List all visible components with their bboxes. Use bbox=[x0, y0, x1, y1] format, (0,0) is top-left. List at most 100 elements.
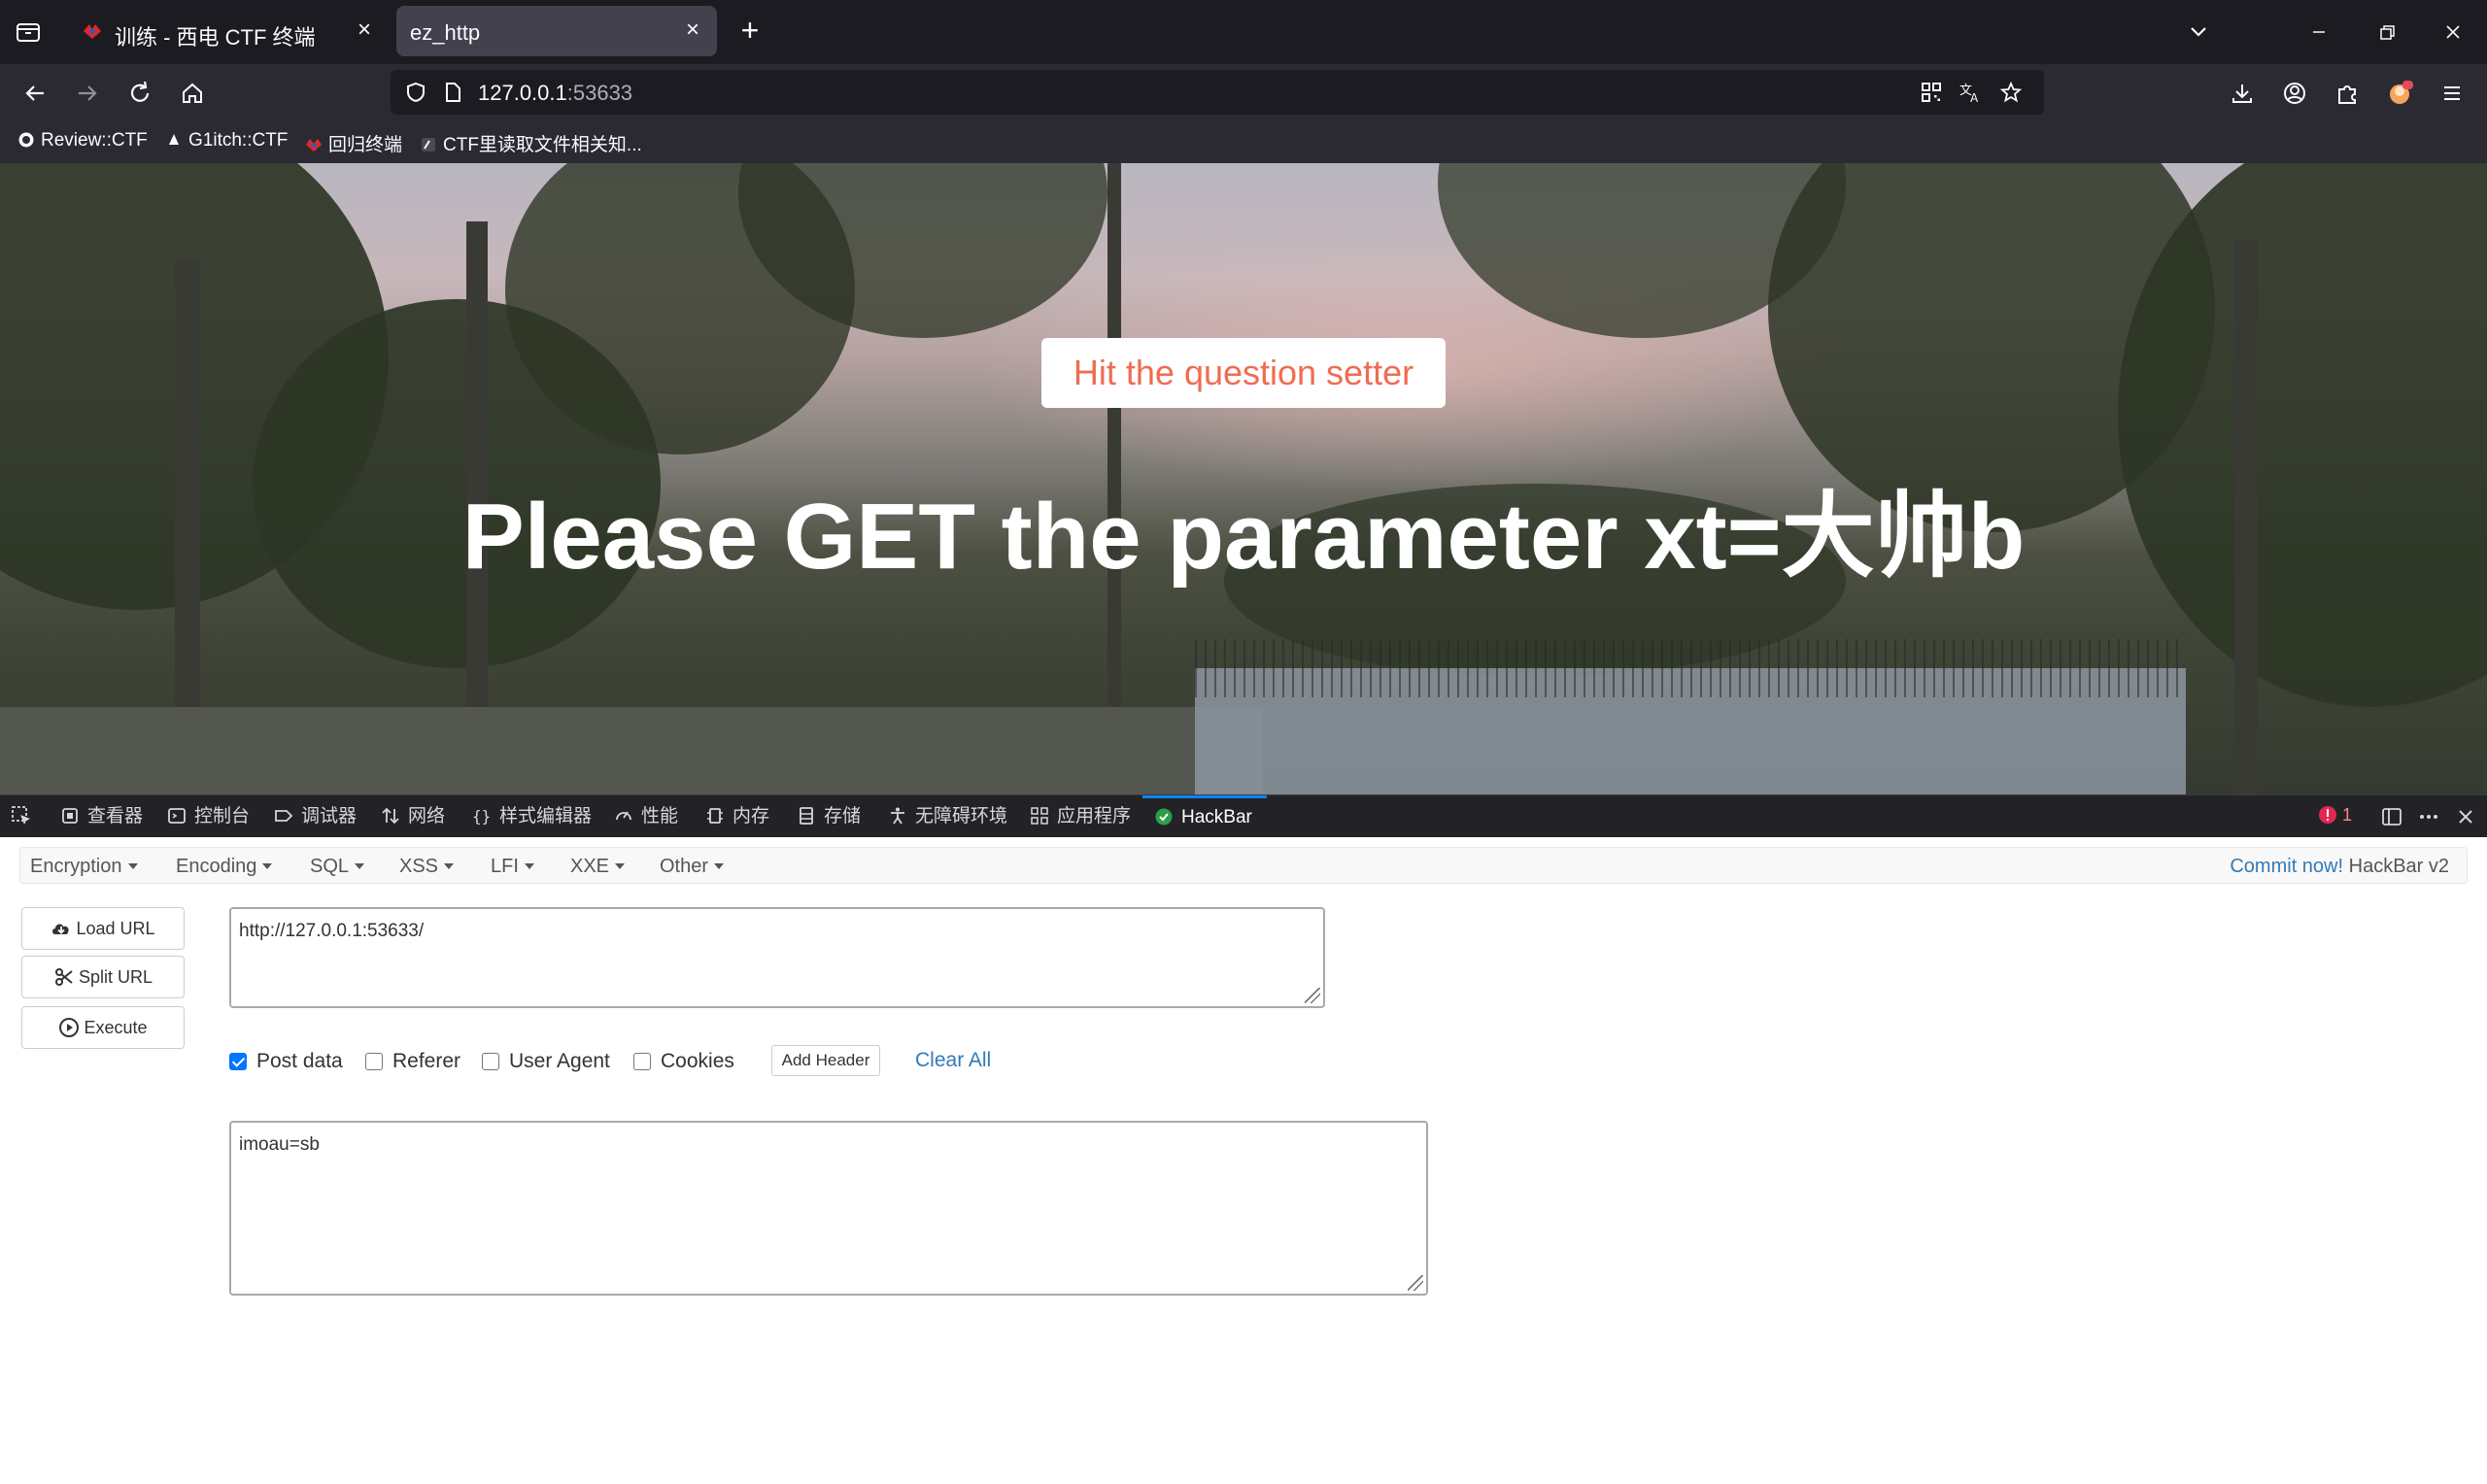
profile-avatar-icon[interactable] bbox=[2384, 78, 2415, 109]
dock-side-icon[interactable] bbox=[2380, 805, 2403, 828]
bookmarks-toolbar: Review::CTF G1itch::CTF 回归终端 CTF里读取文件相关知… bbox=[0, 122, 2487, 163]
page-headline: Please GET the parameter xt=大帅b bbox=[461, 485, 2026, 589]
close-tab-icon[interactable]: × bbox=[680, 17, 705, 43]
close-tab-icon[interactable]: × bbox=[352, 17, 377, 43]
bookmark-return-terminal[interactable]: 回归终端 bbox=[305, 130, 402, 155]
resize-grip-icon[interactable] bbox=[1305, 988, 1320, 1003]
account-icon[interactable] bbox=[2279, 78, 2310, 109]
devtools-tab-application[interactable]: 应用程序 bbox=[1030, 795, 1131, 838]
menu-sql[interactable]: SQL bbox=[310, 856, 365, 878]
post-data-checkbox[interactable]: Post data bbox=[229, 1049, 343, 1074]
list-all-tabs-icon[interactable] bbox=[2184, 17, 2213, 47]
devtools-tab-label: 控制台 bbox=[194, 806, 251, 826]
user-agent-checkbox[interactable]: User Agent bbox=[482, 1049, 610, 1074]
background-photo bbox=[1195, 639, 2186, 697]
devtools-tab-console[interactable]: 控制台 bbox=[167, 795, 250, 838]
menu-xss[interactable]: XSS bbox=[399, 856, 455, 878]
menu-other[interactable]: Other bbox=[660, 856, 725, 878]
url-text[interactable]: 127.0.0.1:53633 bbox=[478, 81, 632, 106]
devtools-tab-label: HackBar bbox=[1181, 807, 1252, 827]
more-options-icon[interactable] bbox=[2417, 805, 2440, 828]
close-devtools-icon[interactable] bbox=[2454, 805, 2477, 828]
application-icon bbox=[1030, 799, 1049, 825]
home-icon[interactable] bbox=[177, 78, 208, 109]
devtools-toolbar: 查看器 控制台 调试器 网络 {} 样式编辑器 性能 内存 存储 无障碍环境 应用… bbox=[0, 794, 2487, 837]
reload-icon[interactable] bbox=[124, 78, 155, 109]
restore-icon[interactable] bbox=[2372, 17, 2402, 47]
hackbar-version: HackBar v2 bbox=[2348, 856, 2449, 877]
minimize-icon[interactable] bbox=[2304, 17, 2334, 47]
back-icon[interactable] bbox=[19, 78, 51, 109]
bookmark-label: G1itch::CTF bbox=[188, 130, 289, 151]
caret-down-icon bbox=[262, 863, 273, 869]
bookmark-ctf-file-read[interactable]: CTF里读取文件相关知... bbox=[420, 130, 642, 155]
background-photo bbox=[2118, 163, 2487, 707]
hackbar-icon bbox=[1154, 802, 1174, 826]
cookies-checkbox[interactable]: Cookies bbox=[633, 1049, 734, 1074]
debugger-icon bbox=[274, 799, 293, 822]
tab-ez-http[interactable]: ez_http × bbox=[396, 6, 717, 56]
hit-question-setter-button[interactable]: Hit the question setter bbox=[1041, 338, 1446, 408]
tab-xidian-ctf[interactable]: 训练 - 西电 CTF 终端 × bbox=[64, 6, 389, 56]
downloads-icon[interactable] bbox=[2227, 78, 2258, 109]
error-count: 1 bbox=[2342, 805, 2353, 825]
inspector-icon bbox=[60, 799, 80, 824]
tab-list-icon[interactable] bbox=[14, 17, 43, 47]
load-url-button[interactable]: Load URL bbox=[21, 907, 185, 950]
caret-down-icon bbox=[355, 863, 365, 869]
post-data-textarea[interactable]: imoau=sb bbox=[229, 1121, 1428, 1296]
new-tab-button[interactable]: + bbox=[734, 15, 766, 47]
commit-now-link[interactable]: Commit now! bbox=[2230, 856, 2343, 877]
menu-encryption[interactable]: Encryption bbox=[30, 856, 138, 878]
qr-code-icon[interactable] bbox=[1920, 81, 1943, 104]
devtools-tab-label: 调试器 bbox=[301, 806, 358, 826]
checkbox-checked-icon[interactable] bbox=[229, 1053, 247, 1070]
add-header-button[interactable]: Add Header bbox=[771, 1045, 880, 1076]
execute-button[interactable]: Execute bbox=[21, 1006, 185, 1049]
shield-icon[interactable] bbox=[404, 81, 427, 104]
button-label: Execute bbox=[84, 1018, 148, 1037]
console-icon bbox=[167, 799, 187, 824]
devtools-tab-memory[interactable]: 内存 bbox=[705, 795, 769, 838]
devtools-tab-network[interactable]: 网络 bbox=[381, 795, 445, 838]
extensions-icon[interactable] bbox=[2332, 78, 2363, 109]
devtools-tab-storage[interactable]: 存储 bbox=[797, 795, 861, 838]
close-window-icon[interactable] bbox=[2438, 17, 2468, 47]
bookmark-label: 回归终端 bbox=[328, 135, 403, 155]
checkbox-icon[interactable] bbox=[633, 1053, 651, 1070]
devtools-tab-debugger[interactable]: 调试器 bbox=[274, 795, 357, 838]
devtools-tab-label: 网络 bbox=[408, 806, 446, 826]
background-photo bbox=[0, 707, 1263, 794]
translate-icon[interactable]: 文A bbox=[1959, 81, 1982, 105]
url-textarea[interactable]: http://127.0.0.1:53633/ bbox=[229, 907, 1325, 1008]
menu-encoding[interactable]: Encoding bbox=[176, 856, 273, 878]
url-host: 127.0.0.1 bbox=[478, 81, 567, 105]
menu-lfi[interactable]: LFI bbox=[491, 856, 534, 878]
bookmark-label: CTF里读取文件相关知... bbox=[443, 135, 642, 155]
split-url-button[interactable]: Split URL bbox=[21, 956, 185, 998]
devtools-tab-inspector[interactable]: 查看器 bbox=[60, 795, 143, 838]
element-picker-icon[interactable] bbox=[10, 795, 39, 838]
checkbox-icon[interactable] bbox=[365, 1053, 383, 1070]
menu-xxe[interactable]: XXE bbox=[570, 856, 626, 878]
clear-all-link[interactable]: Clear All bbox=[915, 1049, 991, 1072]
devtools-tab-style-editor[interactable]: {} 样式编辑器 bbox=[472, 795, 592, 838]
app-menu-icon[interactable] bbox=[2436, 78, 2468, 109]
bookmark-g1itch-ctf[interactable]: G1itch::CTF bbox=[165, 130, 288, 155]
menu-label: Encryption bbox=[30, 856, 122, 877]
devtools-tab-accessibility[interactable]: 无障碍环境 bbox=[888, 795, 1007, 838]
error-count-badge[interactable]: 1 bbox=[2318, 805, 2361, 828]
resize-grip-icon[interactable] bbox=[1408, 1275, 1423, 1291]
forward-icon[interactable] bbox=[72, 78, 103, 109]
referer-checkbox[interactable]: Referer bbox=[365, 1049, 460, 1074]
devtools-tab-performance[interactable]: 性能 bbox=[614, 795, 678, 838]
checkbox-icon[interactable] bbox=[482, 1053, 499, 1070]
devtools-tab-hackbar[interactable]: HackBar bbox=[1142, 795, 1267, 838]
url-bar[interactable]: 127.0.0.1:53633 文A bbox=[391, 70, 2044, 115]
devtools-tab-label: 存储 bbox=[824, 806, 862, 826]
devtools-tab-label: 样式编辑器 bbox=[499, 806, 593, 826]
bookmark-star-icon[interactable] bbox=[1999, 81, 2023, 104]
tab-title: ez_http bbox=[410, 20, 481, 45]
page-info-icon[interactable] bbox=[441, 81, 464, 104]
bookmark-review-ctf[interactable]: Review::CTF bbox=[17, 130, 148, 155]
